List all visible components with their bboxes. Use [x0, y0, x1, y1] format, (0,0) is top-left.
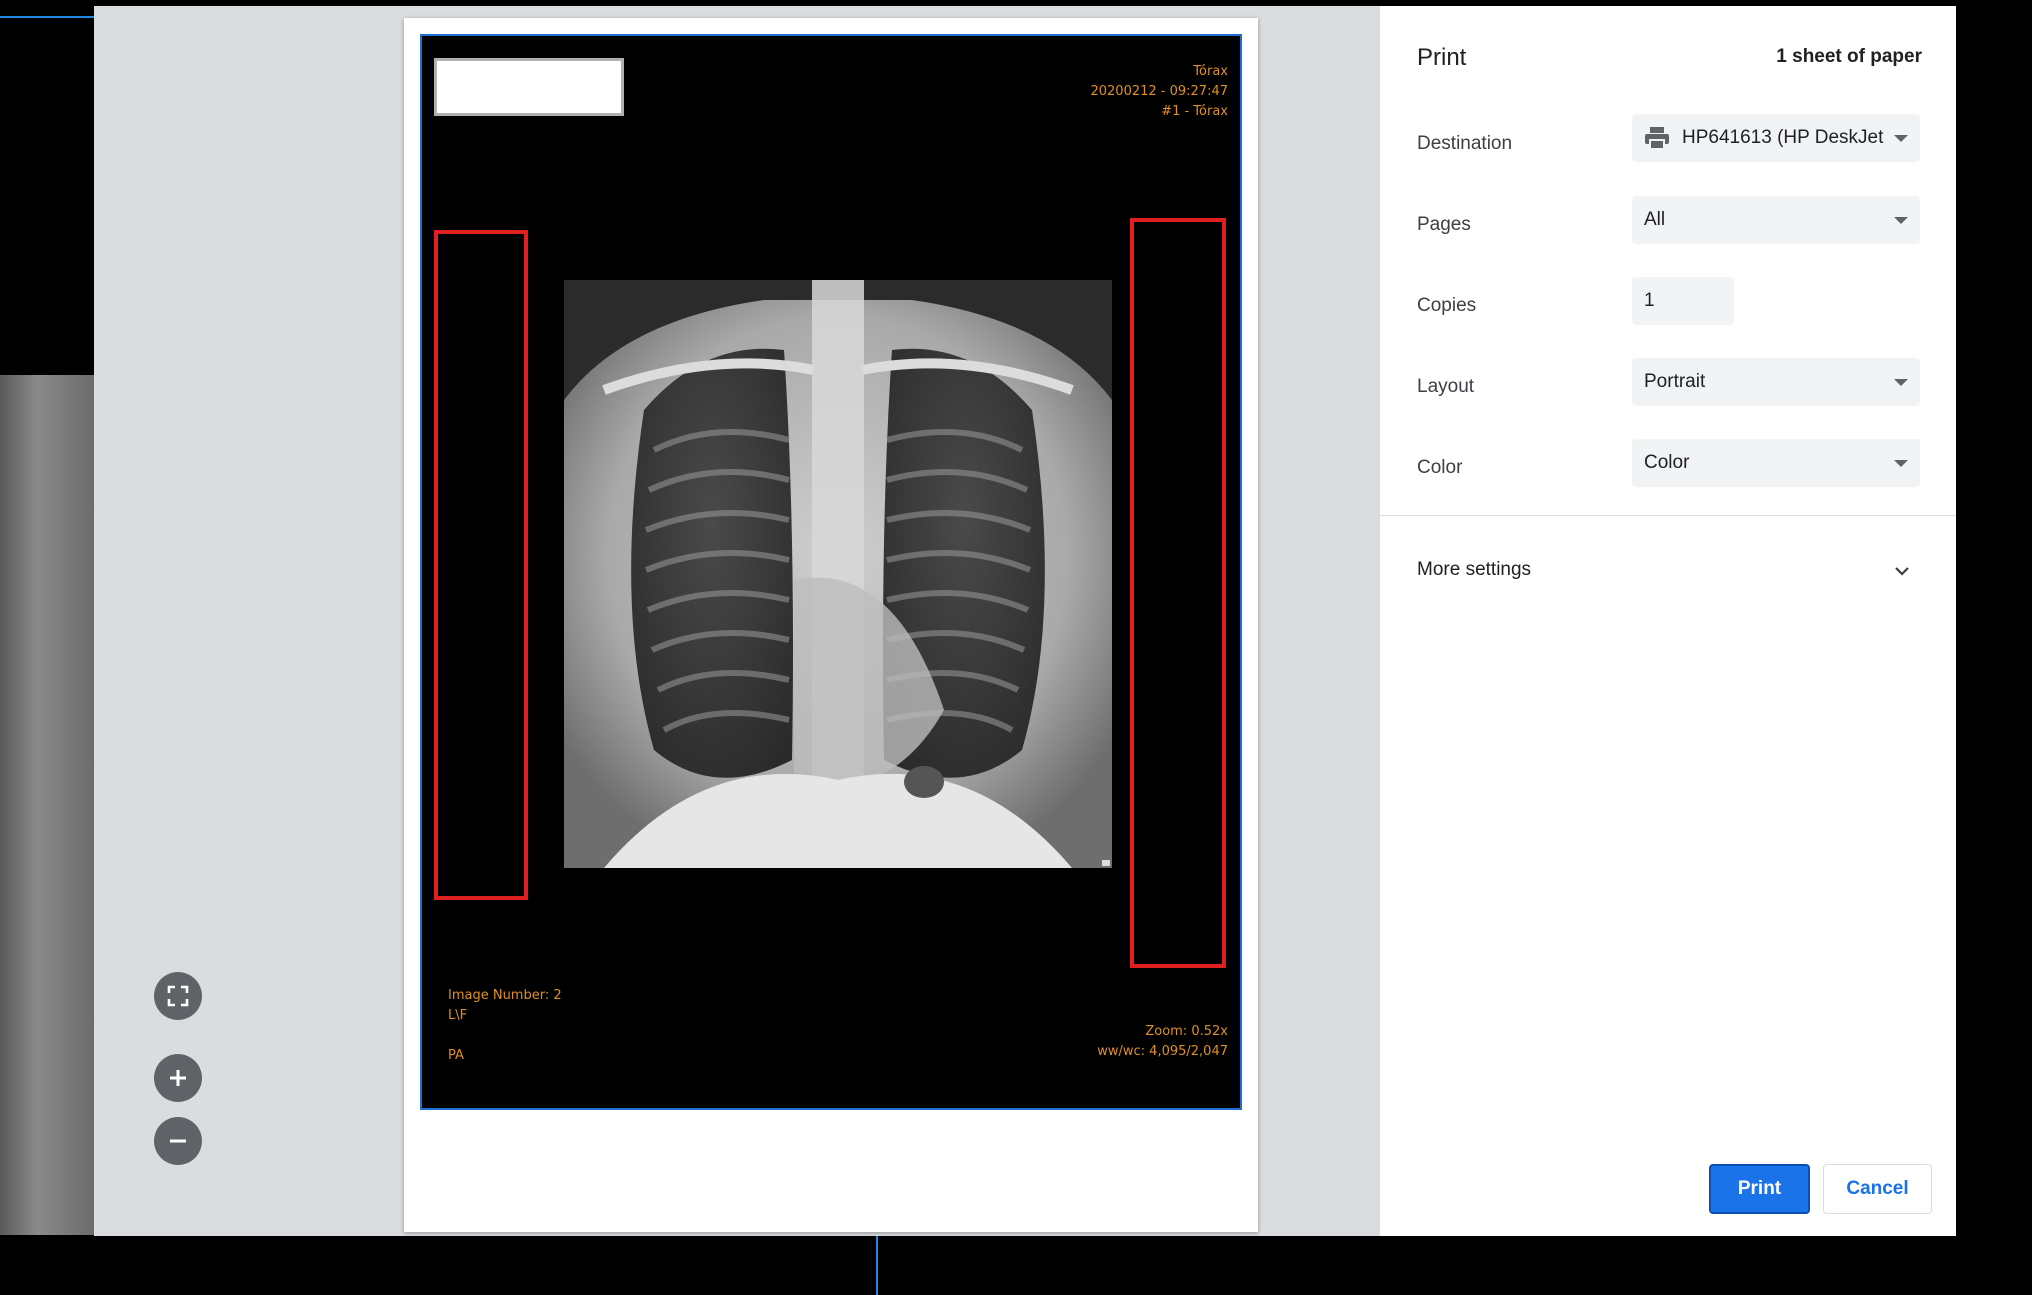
pages-select[interactable]: All	[1632, 196, 1920, 244]
color-value: Color	[1644, 452, 1690, 473]
overlay-series: Tórax	[1193, 64, 1228, 79]
background-divider	[876, 1236, 878, 1295]
cancel-button[interactable]: Cancel	[1823, 1164, 1932, 1214]
panel-divider	[1380, 515, 1956, 516]
redaction-box-right	[1130, 218, 1226, 968]
chevron-down-icon	[1894, 459, 1908, 467]
print-button[interactable]: Print	[1709, 1164, 1810, 1214]
copies-label: Copies	[1417, 295, 1477, 316]
overlay-datetime: 20200212 - 09:27:47	[1090, 84, 1228, 99]
dicom-viewport: Tórax 20200212 - 09:27:47 #1 - Tórax Ima…	[420, 34, 1242, 1110]
printer-icon	[1645, 127, 1669, 150]
chest-xray-image	[564, 280, 1112, 868]
layout-select[interactable]: Portrait	[1632, 358, 1920, 406]
pages-value: All	[1644, 209, 1666, 230]
overlay-view: PA	[448, 1048, 464, 1063]
sheet-count: 1 sheet of paper	[1776, 46, 1922, 67]
fit-to-page-button[interactable]	[154, 972, 202, 1020]
background-xray-image	[0, 375, 94, 1235]
fullscreen-icon	[167, 985, 189, 1007]
layout-label: Layout	[1417, 376, 1475, 397]
color-label: Color	[1417, 457, 1463, 478]
background-toolbar-line	[0, 16, 94, 18]
overlay-image-number: Image Number: 2	[448, 988, 562, 1003]
copies-input[interactable]	[1632, 277, 1734, 325]
preview-page: Tórax 20200212 - 09:27:47 #1 - Tórax Ima…	[404, 18, 1258, 1232]
print-preview-area[interactable]: Tórax 20200212 - 09:27:47 #1 - Tórax Ima…	[94, 6, 1380, 1236]
chevron-down-icon	[1894, 378, 1908, 386]
overlay-window: ww/wc: 4,095/2,047	[1097, 1044, 1228, 1059]
chevron-down-icon[interactable]	[1894, 563, 1910, 579]
layout-value: Portrait	[1644, 371, 1706, 392]
chevron-down-icon	[1894, 134, 1908, 142]
overlay-orientation: L\F	[448, 1008, 468, 1023]
color-select[interactable]: Color	[1632, 439, 1920, 487]
overlay-bottom-right: Zoom: 0.52x ww/wc: 4,095/2,047	[1097, 1022, 1228, 1062]
minus-icon	[170, 1139, 186, 1143]
chevron-down-icon	[1894, 216, 1908, 224]
pages-label: Pages	[1417, 214, 1471, 235]
background-bottom-bar	[0, 1236, 2032, 1295]
overlay-top-right: Tórax 20200212 - 09:27:47 #1 - Tórax	[1090, 62, 1228, 122]
plus-icon	[170, 1070, 186, 1086]
overlay-bottom-left: Image Number: 2 L\F PA	[448, 986, 562, 1066]
more-settings-toggle[interactable]: More settings	[1417, 559, 1531, 581]
destination-select[interactable]: HP641613 (HP DeskJet	[1632, 114, 1920, 162]
redaction-label-box	[434, 58, 624, 116]
redaction-box-left	[434, 230, 528, 900]
destination-value: HP641613 (HP DeskJet	[1682, 127, 1884, 148]
print-title: Print	[1417, 44, 1467, 71]
image-marker	[1102, 860, 1110, 866]
destination-label: Destination	[1417, 133, 1513, 154]
background-right-strip	[1956, 0, 2032, 1236]
zoom-in-button[interactable]	[154, 1054, 202, 1102]
overlay-zoom: Zoom: 0.52x	[1145, 1024, 1228, 1039]
print-settings-panel: Print 1 sheet of paper Destination HP641…	[1380, 6, 1956, 1236]
zoom-out-button[interactable]	[154, 1117, 202, 1165]
overlay-image-ref: #1 - Tórax	[1161, 104, 1228, 119]
